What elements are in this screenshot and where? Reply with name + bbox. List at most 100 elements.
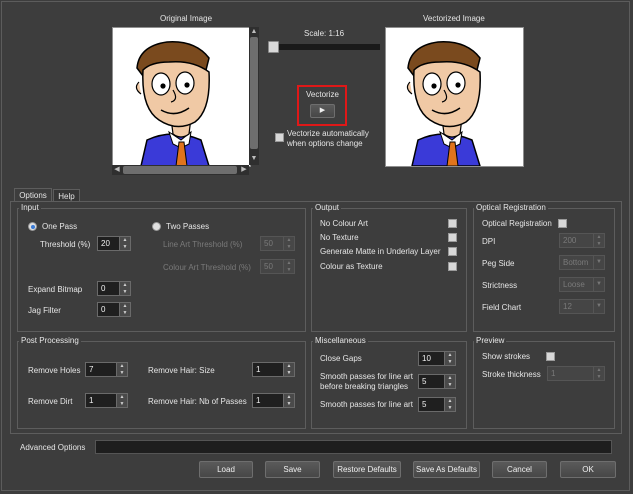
remove-hair-size-spinbox[interactable]: 1 ▲ ▼ xyxy=(252,362,295,377)
line-art-threshold-spinbox: 50 ▲ ▼ xyxy=(260,236,295,251)
scroll-up-arrow-icon[interactable]: ▲ xyxy=(250,28,258,36)
post-processing-group xyxy=(17,341,306,429)
smooth-before-label-line2: before breaking triangles xyxy=(320,382,409,391)
jag-filter-value: 0 xyxy=(101,305,106,314)
colour-art-threshold-value: 50 xyxy=(264,262,273,271)
spin-down-icon[interactable]: ▼ xyxy=(445,382,455,389)
scroll-right-arrow-icon[interactable]: ▶ xyxy=(240,166,248,174)
original-image-title: Original Image xyxy=(160,14,213,23)
line-art-threshold-value: 50 xyxy=(264,239,273,248)
show-strokes-label: Show strokes xyxy=(482,352,531,361)
expand-bitmap-value: 0 xyxy=(101,284,106,293)
close-gaps-value: 10 xyxy=(422,354,431,363)
remove-hair-passes-value: 1 xyxy=(256,396,261,405)
no-texture-checkbox[interactable] xyxy=(448,233,457,242)
two-passes-label: Two Passes xyxy=(166,222,210,231)
remove-holes-spinbox[interactable]: 7 ▲ ▼ xyxy=(85,362,128,377)
character-illustration-original xyxy=(135,41,210,166)
load-button[interactable]: Load xyxy=(199,461,253,478)
character-illustration-vectorized xyxy=(406,41,481,166)
smooth-line-art-label: Smooth passes for line art xyxy=(320,400,413,409)
field-chart-value: 12 xyxy=(563,302,572,311)
optical-registration-label: Optical Registration xyxy=(482,219,552,228)
original-image-viewport[interactable] xyxy=(112,27,251,167)
strictness-dropdown: Loose ▼ xyxy=(559,277,605,292)
save-button[interactable]: Save xyxy=(265,461,320,478)
dpi-label: DPI xyxy=(482,237,496,246)
no-texture-label: No Texture xyxy=(320,233,359,242)
no-colour-art-label: No Colour Art xyxy=(320,219,369,228)
one-pass-radio[interactable] xyxy=(28,222,37,231)
spin-down-icon[interactable]: ▼ xyxy=(284,401,294,408)
smooth-line-art-value: 5 xyxy=(422,400,427,409)
spin-down-icon: ▼ xyxy=(286,243,292,250)
expand-bitmap-spinbox[interactable]: 0 ▲ ▼ xyxy=(97,281,131,296)
stroke-thickness-label: Stroke thickness xyxy=(482,370,541,379)
peg-side-dropdown: Bottom ▼ xyxy=(559,255,605,270)
optical-registration-group-title: Optical Registration xyxy=(474,203,548,212)
remove-holes-value: 7 xyxy=(89,365,94,374)
no-colour-art-checkbox[interactable] xyxy=(448,219,457,228)
remove-hair-passes-label: Remove Hair: Nb of Passes xyxy=(148,397,247,406)
strictness-label: Strictness xyxy=(482,281,518,290)
vectorize-label: Vectorize xyxy=(306,90,339,99)
advanced-options-label: Advanced Options xyxy=(20,443,86,452)
generate-matte-label: Generate Matte in Underlay Layer xyxy=(320,247,441,256)
close-gaps-spinbox[interactable]: 10 ▲ ▼ xyxy=(418,351,456,366)
optical-registration-checkbox[interactable] xyxy=(558,219,567,228)
peg-side-value: Bottom xyxy=(563,258,589,267)
remove-hair-size-value: 1 xyxy=(256,365,261,374)
stroke-thickness-spinbox: 1 ▲ ▼ xyxy=(547,366,605,381)
jag-filter-label: Jag Filter xyxy=(28,306,61,315)
show-strokes-checkbox[interactable] xyxy=(546,352,555,361)
two-passes-radio[interactable] xyxy=(152,222,161,231)
cancel-button[interactable]: Cancel xyxy=(492,461,547,478)
auto-vectorize-checkbox[interactable] xyxy=(275,133,284,142)
scale-slider-track[interactable] xyxy=(268,44,380,50)
spin-down-icon: ▼ xyxy=(596,240,602,247)
hscroll-thumb[interactable] xyxy=(123,166,237,174)
advanced-options-input[interactable] xyxy=(95,440,612,454)
remove-holes-label: Remove Holes xyxy=(28,366,81,375)
spin-down-icon[interactable]: ▼ xyxy=(445,359,455,366)
scroll-left-arrow-icon[interactable]: ◀ xyxy=(113,166,121,174)
spin-down-icon[interactable]: ▼ xyxy=(120,289,130,296)
remove-hair-passes-spinbox[interactable]: 1 ▲ ▼ xyxy=(252,393,295,408)
colour-as-texture-label: Colour as Texture xyxy=(320,262,383,271)
restore-defaults-button[interactable]: Restore Defaults xyxy=(333,461,401,478)
original-image-hscrollbar[interactable]: ◀ ▶ xyxy=(112,165,249,175)
colour-art-threshold-spinbox: 50 ▲ ▼ xyxy=(260,259,295,274)
field-chart-label: Field Chart xyxy=(482,303,522,312)
save-as-defaults-button[interactable]: Save As Defaults xyxy=(413,461,480,478)
dpi-spinbox: 200 ▲ ▼ xyxy=(559,233,605,248)
scroll-down-arrow-icon[interactable]: ▼ xyxy=(250,155,258,163)
preview-group-title: Preview xyxy=(474,336,507,345)
spin-down-icon[interactable]: ▼ xyxy=(117,401,127,408)
colour-as-texture-checkbox[interactable] xyxy=(448,262,457,271)
remove-dirt-label: Remove Dirt xyxy=(28,397,73,406)
threshold-spinbox[interactable]: 20 ▲ ▼ xyxy=(97,236,131,251)
expand-bitmap-label: Expand Bitmap xyxy=(28,285,83,294)
spin-down-icon[interactable]: ▼ xyxy=(117,370,127,377)
remove-dirt-value: 1 xyxy=(89,396,94,405)
spin-down-icon[interactable]: ▼ xyxy=(120,310,130,317)
spin-down-icon[interactable]: ▼ xyxy=(120,244,130,251)
vscroll-thumb[interactable] xyxy=(250,37,258,149)
threshold-label: Threshold (%) xyxy=(40,240,91,249)
generate-matte-checkbox[interactable] xyxy=(448,247,457,256)
scale-slider-handle[interactable] xyxy=(268,41,279,53)
tab-options[interactable]: Options xyxy=(14,188,52,201)
colour-art-threshold-label: Colour Art Threshold (%) xyxy=(163,263,251,272)
spin-down-icon[interactable]: ▼ xyxy=(284,370,294,377)
remove-dirt-spinbox[interactable]: 1 ▲ ▼ xyxy=(85,393,128,408)
input-group-title: Input xyxy=(19,203,41,212)
dpi-value: 200 xyxy=(563,236,577,245)
smooth-before-breaking-spinbox[interactable]: 5 ▲ ▼ xyxy=(418,374,456,389)
spin-down-icon[interactable]: ▼ xyxy=(445,405,455,412)
jag-filter-spinbox[interactable]: 0 ▲ ▼ xyxy=(97,302,131,317)
vectorized-image-viewport[interactable] xyxy=(385,27,524,167)
vectorize-play-button[interactable]: ▶ xyxy=(310,104,335,118)
smooth-line-art-spinbox[interactable]: 5 ▲ ▼ xyxy=(418,397,456,412)
ok-button[interactable]: OK xyxy=(560,461,616,478)
original-image-vscrollbar[interactable]: ▲ ▼ xyxy=(249,27,259,165)
